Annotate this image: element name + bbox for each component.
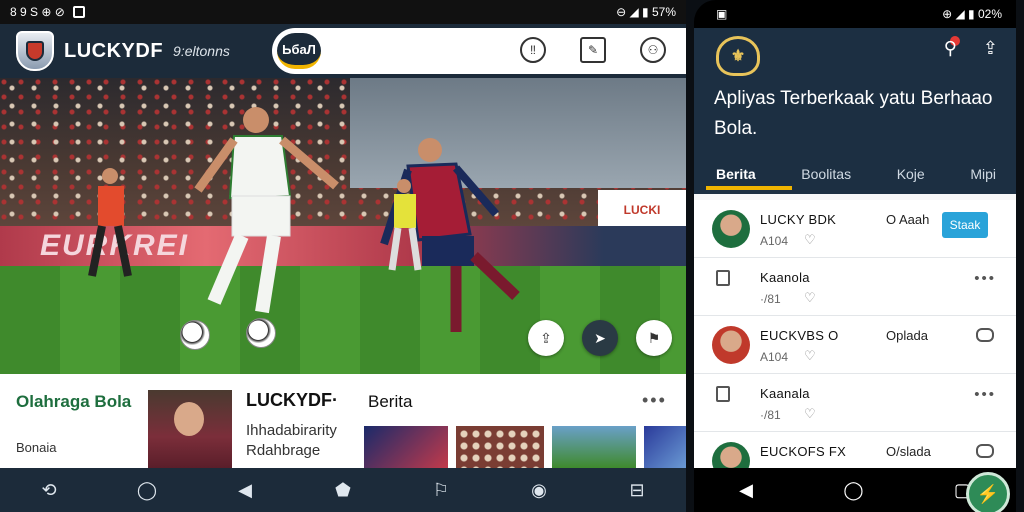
floating-action-button[interactable]: ⚡ (966, 472, 1010, 512)
news-thumbnail-4[interactable] (644, 426, 686, 468)
phone-feed-list: LUCKY BDK A104 ♡ O Aaah Staak Kaanola ·/… (694, 194, 1016, 490)
news-thumbnail-2[interactable] (456, 426, 544, 468)
football (180, 320, 210, 350)
phone-screen: ▣ ⊕ ◢ ▮ 02% ⚜ ⚲ ⇪ Apliyas Terberkaak yat… (694, 0, 1016, 512)
phone-headline: Apliyas Terberkaak yatu Berhaao Bola. (714, 88, 993, 139)
home-icon[interactable]: ⬟ (329, 476, 357, 504)
tab-koje[interactable]: Koje (897, 166, 925, 182)
phone-header-actions: ⚲ ⇪ (944, 38, 998, 59)
user-icon[interactable]: ⚇ (640, 37, 666, 63)
share-icon[interactable]: ⇪ (983, 38, 998, 59)
status-icon (72, 6, 85, 18)
heart-icon[interactable]: ♡ (804, 232, 816, 248)
more-options-icon[interactable]: ••• (642, 390, 667, 411)
status-right: ⊖ ◢ ▮ 57% (616, 5, 676, 19)
news-thumbnail-1[interactable] (364, 426, 448, 468)
more-options-icon[interactable]: ••• (974, 270, 996, 287)
item-meta: A104 (760, 234, 789, 248)
stand-sign: LUCKI (598, 190, 686, 230)
heart-icon[interactable]: ♡ (804, 348, 816, 364)
item-name: Kaanola (760, 270, 810, 285)
home-icon[interactable]: ◯ (843, 480, 863, 501)
active-tab-indicator (706, 186, 792, 190)
player-thumbnail[interactable] (148, 390, 232, 468)
item-action: O/slada (886, 444, 931, 459)
tab-mipi[interactable]: Mipi (970, 166, 996, 182)
phone-device: ▣ ⊕ ◢ ▮ 02% ⚜ ⚲ ⇪ Apliyas Terberkaak yat… (686, 0, 1024, 512)
clock-icon[interactable]: ‼ (520, 37, 546, 63)
follow-button[interactable]: Staak (942, 212, 988, 238)
app-logo-icon[interactable]: ⚜ (716, 36, 760, 76)
player-background-right (388, 179, 422, 271)
category-subtitle: Bonaia (16, 440, 57, 455)
hero-actions: ⇪ ➤ ⚑ (528, 320, 672, 356)
brand[interactable]: LUCKYDF 9:eltonns (0, 24, 300, 78)
item-action: Oplada (886, 328, 928, 343)
phone-header: ⚜ ⚲ ⇪ Apliyas Terberkaak yatu Berhaao Bo… (694, 28, 1016, 194)
hero-image[interactable]: LUCKI EURKREI ⇪ ➤ ⚑ (0, 78, 686, 374)
edit-icon[interactable]: ✎ (580, 37, 606, 63)
content-strip: Olahraga Bola Bonaia LUCKYDF· Ihhadabira… (0, 374, 686, 468)
phone-status-bar: ▣ ⊕ ◢ ▮ 02% (694, 0, 1016, 28)
item-action: O Aaah (886, 212, 930, 227)
player-white-kit (194, 107, 339, 314)
screen-root: 8 9 S ⊕ ⊘ ⊖ ◢ ▮ 57% LUCKYDF 9:eltonns Ьб… (0, 0, 1024, 512)
club-crest-icon (16, 31, 54, 71)
item-name: EUCKOFS FX (760, 444, 847, 459)
search-icon[interactable]: ⚲ (944, 38, 957, 59)
item-name: LUCKY BDK (760, 212, 837, 227)
send-icon[interactable]: ➤ (582, 320, 618, 356)
player-background-left (88, 168, 132, 277)
card-subtitle-2: Rdahbrage (246, 442, 321, 459)
share-icon[interactable]: ⇪ (528, 320, 564, 356)
item-meta: ·/81 (760, 292, 781, 306)
news-section-title[interactable]: Berita (368, 392, 412, 412)
back-icon[interactable]: ◀ (739, 480, 753, 501)
bookmark-icon[interactable]: ⚑ (636, 320, 672, 356)
heart-icon[interactable]: ♡ (804, 290, 816, 306)
crest-shield (26, 41, 44, 61)
heart-icon[interactable]: ♡ (804, 406, 816, 422)
chat-icon[interactable] (976, 328, 994, 342)
tablet-top-bar: LUCKYDF 9:eltonns ЬбаЛ ‼ ✎ ⚇ (0, 24, 686, 78)
avatar (712, 326, 750, 364)
profile-icon[interactable]: ⊟ (623, 476, 651, 504)
more-options-icon[interactable]: ••• (974, 386, 996, 403)
phone-status-right: ⊕ ◢ ▮ 02% (942, 7, 1002, 21)
item-meta: ·/81 (760, 408, 781, 422)
play-icon[interactable]: ◀ (231, 476, 259, 504)
tablet-nav-bar: ⟲ ◯ ◀ ⬟ ⚐ ◉ ⊟ (0, 468, 686, 512)
item-meta: A104 (760, 350, 789, 364)
back-icon[interactable]: ⟲ (35, 476, 63, 504)
tablet-status-bar: 8 9 S ⊕ ⊘ ⊖ ◢ ▮ 57% (0, 0, 686, 24)
circle-icon[interactable]: ◉ (525, 476, 553, 504)
bookmark-nav-icon[interactable]: ⚐ (427, 476, 455, 504)
football-second (246, 318, 276, 348)
category-title[interactable]: Olahraga Bola (16, 392, 131, 412)
item-name: EUCKVBS O (760, 328, 839, 343)
top-actions: ‼ ✎ ⚇ (520, 37, 666, 63)
brand-name: LUCKYDF (64, 39, 164, 62)
avatar (712, 210, 750, 248)
phone-status-left: ▣ (716, 7, 728, 21)
tablet-app: 8 9 S ⊕ ⊘ ⊖ ◢ ▮ 57% LUCKYDF 9:eltonns Ьб… (0, 0, 686, 512)
news-thumbnail-3[interactable] (552, 426, 636, 468)
chat-icon[interactable]: ◯ (133, 476, 161, 504)
document-icon (716, 270, 730, 286)
card-title[interactable]: LUCKYDF· (246, 390, 338, 411)
brand-subtitle: 9:eltonns (173, 43, 230, 59)
chat-icon[interactable] (976, 444, 994, 458)
list-item[interactable]: Kaanola ·/81 ♡ ••• (694, 258, 1016, 316)
list-item[interactable]: LUCKY BDK A104 ♡ O Aaah Staak (694, 200, 1016, 258)
card-subtitle-1: Ihhadabirarity (246, 422, 337, 439)
search-button[interactable]: ЬбаЛ (277, 33, 321, 69)
item-name: Kaanala (760, 386, 810, 401)
thumbnail-face (174, 402, 204, 436)
list-item[interactable]: Kaanala ·/81 ♡ ••• (694, 374, 1016, 432)
status-left: 8 9 S ⊕ ⊘ (10, 5, 65, 19)
tab-boolitas[interactable]: Boolitas (801, 166, 851, 182)
tab-berita[interactable]: Berita (716, 166, 756, 182)
list-item[interactable]: EUCKVBS O A104 ♡ Oplada (694, 316, 1016, 374)
document-icon (716, 386, 730, 402)
